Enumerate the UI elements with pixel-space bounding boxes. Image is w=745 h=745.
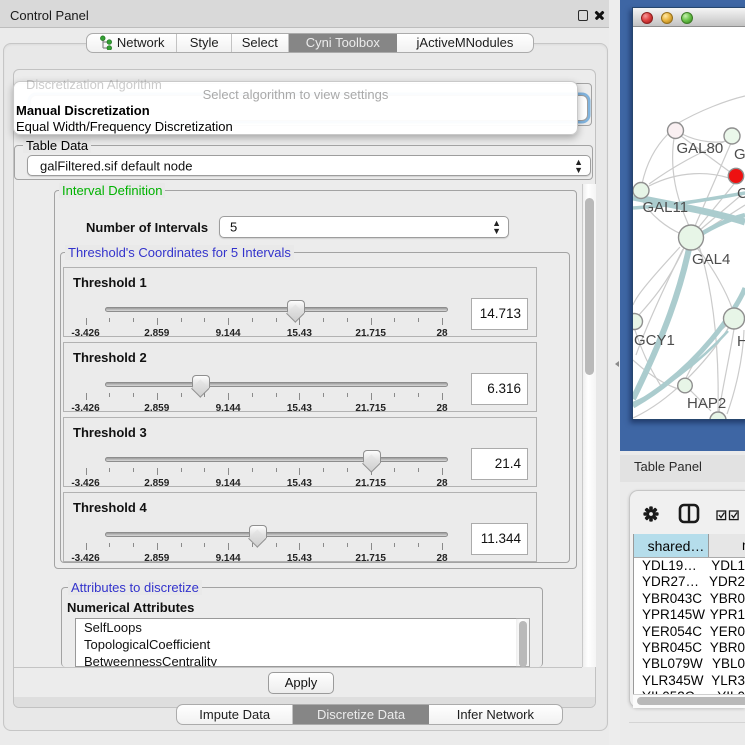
svg-text:GAL80: GAL80 [677, 140, 724, 157]
svg-text:GAL11: GAL11 [643, 199, 689, 216]
svg-text:GA: GA [734, 146, 745, 163]
svg-text:C: C [737, 185, 745, 202]
svg-text:H: H [737, 333, 745, 350]
svg-text:GAL4: GAL4 [692, 251, 730, 268]
svg-text:GCY1: GCY1 [634, 332, 675, 349]
svg-text:HAP2: HAP2 [687, 395, 726, 412]
